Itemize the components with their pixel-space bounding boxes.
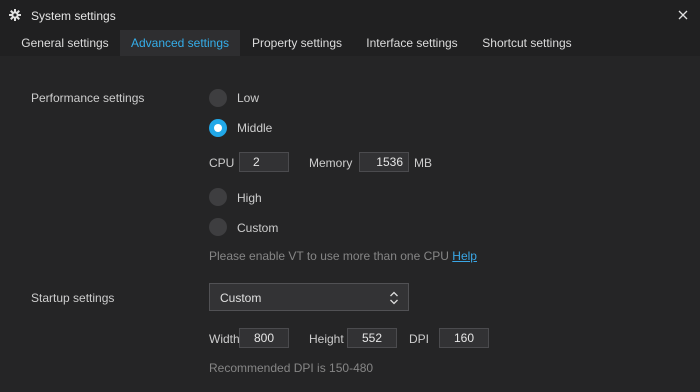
radio-high-label[interactable]: High — [237, 191, 262, 205]
tab-general-settings[interactable]: General settings — [12, 30, 118, 56]
dpi-label: DPI — [409, 332, 430, 346]
vt-hint: Please enable VT to use more than one CP… — [209, 249, 477, 263]
radio-low[interactable] — [209, 89, 227, 107]
memory-label: Memory — [309, 156, 353, 170]
width-label: Width — [209, 332, 240, 346]
width-field[interactable]: 800 — [239, 328, 289, 348]
radio-high[interactable] — [209, 188, 227, 206]
memory-field[interactable]: 1536 — [359, 152, 409, 172]
radio-middle-label[interactable]: Middle — [237, 121, 272, 135]
title-bar: System settings — [0, 0, 700, 30]
close-icon — [678, 10, 688, 20]
tab-advanced-settings[interactable]: Advanced settings — [120, 30, 240, 56]
radio-custom[interactable] — [209, 218, 227, 236]
help-link[interactable]: Help — [452, 249, 477, 263]
cpu-field[interactable]: 2 — [239, 152, 289, 172]
performance-settings-label: Performance settings — [31, 91, 145, 105]
memory-unit-label: MB — [414, 156, 432, 170]
window-title: System settings — [31, 9, 116, 23]
dpi-hint: Recommended DPI is 150-480 — [209, 361, 374, 375]
radio-custom-label[interactable]: Custom — [237, 221, 278, 235]
tab-interface-settings[interactable]: Interface settings — [356, 30, 468, 56]
radio-middle[interactable] — [209, 119, 227, 137]
startup-resolution-select[interactable]: Custom — [209, 283, 409, 311]
tab-property-settings[interactable]: Property settings — [242, 30, 352, 56]
updown-chevron-icon — [390, 291, 398, 305]
tab-bar: General settings Advanced settings Prope… — [0, 30, 700, 56]
gear-icon — [9, 9, 21, 21]
radio-low-label[interactable]: Low — [237, 91, 259, 105]
vt-hint-text: Please enable VT to use more than one CP… — [209, 249, 449, 263]
cpu-label: CPU — [209, 156, 235, 170]
dpi-field[interactable]: 160 — [439, 328, 489, 348]
settings-panel: Performance settings Low Middle CPU 2 Me… — [0, 56, 700, 392]
close-button[interactable] — [674, 6, 692, 24]
startup-settings-label: Startup settings — [31, 291, 115, 305]
startup-select-value: Custom — [220, 291, 262, 305]
height-field[interactable]: 552 — [347, 328, 397, 348]
tab-shortcut-settings[interactable]: Shortcut settings — [472, 30, 582, 56]
height-label: Height — [309, 332, 344, 346]
